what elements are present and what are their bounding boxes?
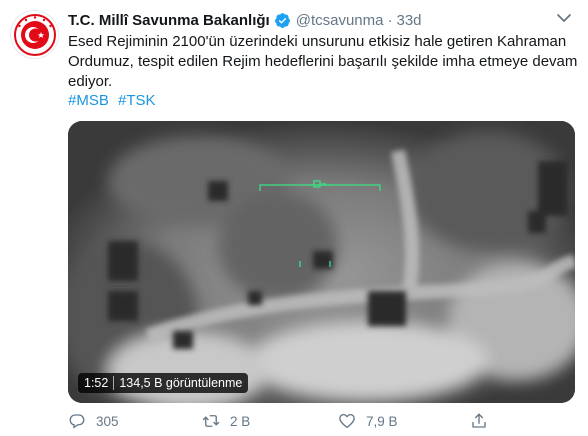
reply-button[interactable]: 305 bbox=[68, 412, 119, 430]
retweet-icon bbox=[202, 415, 220, 427]
reply-icon bbox=[69, 414, 85, 429]
video-frame bbox=[68, 121, 575, 403]
account-handle[interactable]: @tcsavunma bbox=[296, 12, 384, 29]
badge-divider bbox=[113, 376, 115, 390]
avatar[interactable] bbox=[10, 10, 59, 59]
hashtags: #MSB #TSK bbox=[68, 91, 161, 111]
tweet-actions: 305 2 B 7,9 B bbox=[68, 412, 568, 434]
reply-count: 305 bbox=[96, 413, 119, 429]
like-button[interactable]: 7,9 B bbox=[338, 412, 398, 430]
share-button[interactable] bbox=[470, 412, 498, 430]
video-player[interactable]: 1:52 134,5 B görüntülenme bbox=[68, 121, 575, 403]
like-count: 7,9 B bbox=[366, 413, 398, 429]
retweet-count: 2 B bbox=[230, 413, 251, 429]
video-duration: 1:52 bbox=[84, 376, 109, 390]
share-icon bbox=[472, 413, 486, 428]
tweet[interactable]: T.C. Millî Savunma Bakanlığı @tcsavunma … bbox=[0, 0, 588, 436]
retweet-button[interactable]: 2 B bbox=[202, 412, 250, 430]
tweet-text: Esed Rejiminin 2100'ün üzerindeki unsuru… bbox=[68, 33, 578, 90]
msb-logo-icon bbox=[13, 13, 56, 56]
separator-dot: · bbox=[387, 11, 393, 29]
hashtag-link[interactable]: #TSK bbox=[118, 92, 156, 109]
verified-badge-icon bbox=[274, 12, 290, 28]
like-icon bbox=[339, 413, 355, 429]
tweet-time[interactable]: 33d bbox=[396, 12, 421, 29]
video-views: 134,5 B görüntülenme bbox=[119, 376, 243, 390]
account-name[interactable]: T.C. Millî Savunma Bakanlığı bbox=[68, 12, 270, 29]
chevron-down-icon[interactable] bbox=[554, 10, 574, 26]
hashtag-link[interactable]: #MSB bbox=[68, 92, 109, 109]
video-info-badge: 1:52 134,5 B görüntülenme bbox=[78, 373, 249, 393]
tweet-header: T.C. Millî Savunma Bakanlığı @tcsavunma … bbox=[68, 10, 422, 30]
